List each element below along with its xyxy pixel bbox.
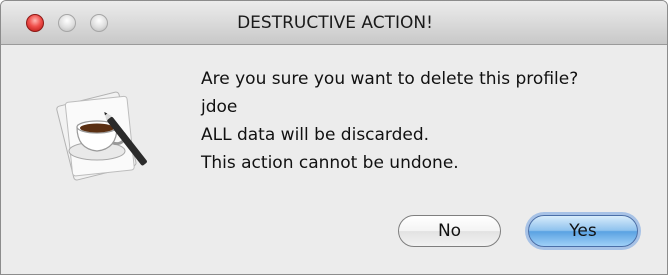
yes-button[interactable]: Yes [528, 215, 638, 247]
dialog-content: Are you sure you want to delete this pro… [1, 45, 667, 274]
message-line-data-warning: ALL data will be discarded. [201, 125, 430, 145]
dialog-message: Are you sure you want to delete this pro… [201, 65, 661, 177]
message-line-undo-warning: This action cannot be undone. [201, 153, 459, 173]
coffee-cup-pen-icon [56, 91, 147, 181]
message-line-profile-name: jdoe [201, 97, 238, 117]
window-title: DESTRUCTIVE ACTION! [237, 13, 433, 33]
no-button[interactable]: No [398, 215, 501, 247]
dialog-window: DESTRUCTIVE ACTION! Are you sure you wan… [0, 0, 668, 275]
title-bar[interactable]: DESTRUCTIVE ACTION! [1, 1, 667, 45]
message-line-question: Are you sure you want to delete this pro… [201, 69, 579, 89]
